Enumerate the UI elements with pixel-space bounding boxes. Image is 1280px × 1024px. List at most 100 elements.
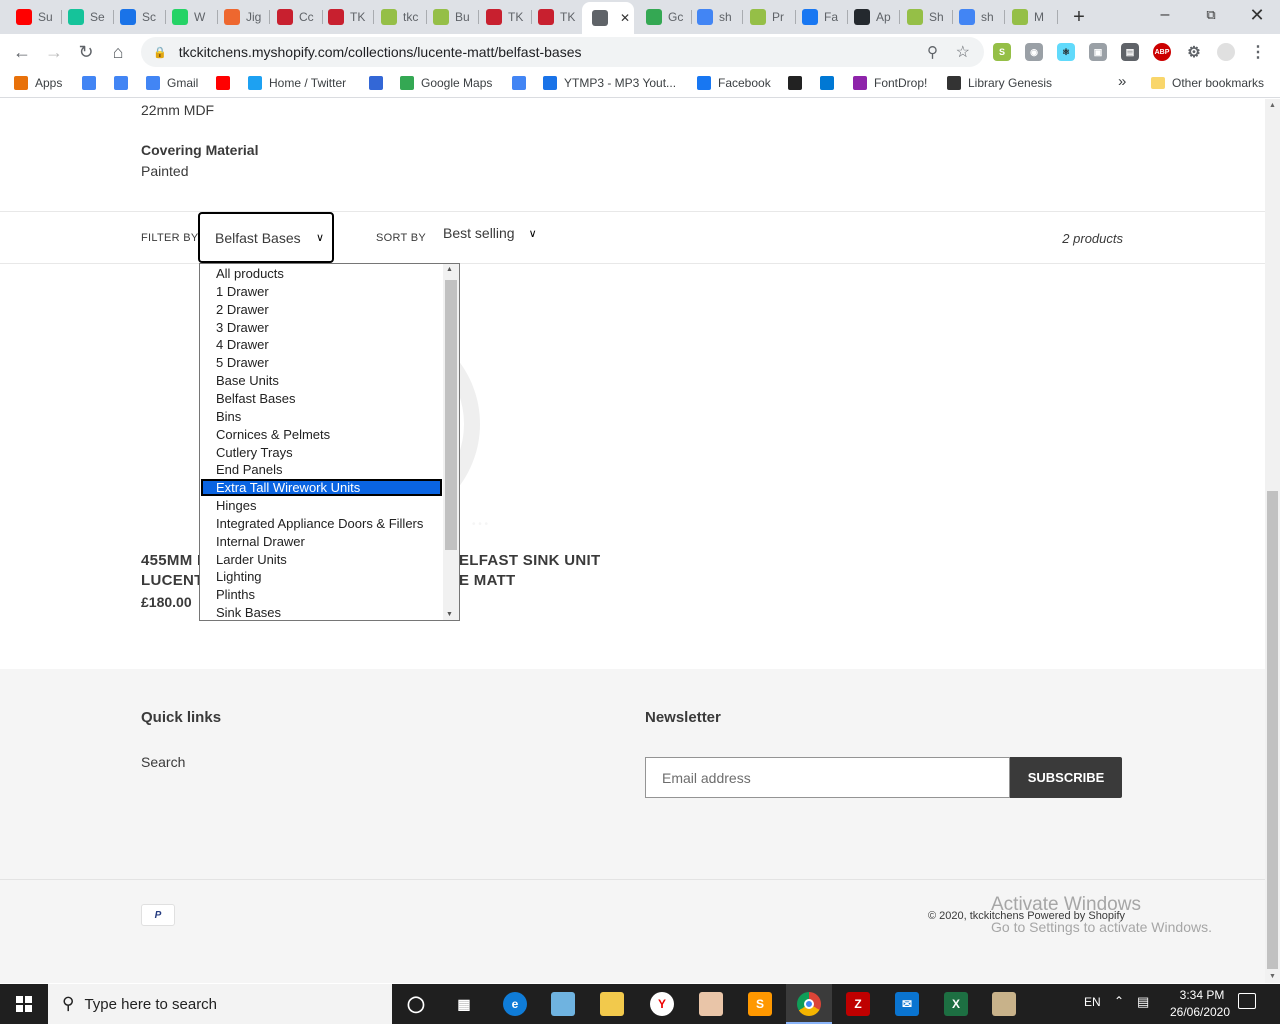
extensions-puzzle-icon[interactable]: ⚙ <box>1185 43 1203 61</box>
email-input[interactable]: Email address <box>645 757 1010 798</box>
page-scroll-thumb[interactable] <box>1267 491 1278 969</box>
bookmark-item[interactable]: Apps <box>14 76 62 90</box>
browser-tab[interactable]: TK <box>480 4 532 30</box>
filter-option[interactable]: All products <box>200 265 443 282</box>
bookmark-item[interactable] <box>114 76 135 90</box>
other-bookmarks[interactable]: Other bookmarks <box>1151 76 1264 90</box>
scroll-down-arrow-icon[interactable]: ▼ <box>446 611 453 618</box>
sublime-text-icon[interactable]: S <box>748 992 772 1016</box>
browser-tab[interactable]: Fa <box>796 4 848 30</box>
browser-tab[interactable]: Gc <box>640 4 692 30</box>
subscribe-button[interactable]: SUBSCRIBE <box>1010 757 1122 798</box>
forward-button[interactable]: → <box>40 38 68 66</box>
filter-option[interactable]: 4 Drawer <box>200 336 443 353</box>
bookmark-item[interactable] <box>82 76 103 90</box>
filter-option[interactable]: Lighting <box>200 568 443 585</box>
address-bar[interactable]: 🔒 tkckitchens.myshopify.com/collections/… <box>141 37 984 67</box>
menu-kebab-icon[interactable]: ⋮ <box>1249 43 1267 61</box>
browser-tab[interactable]: tkc <box>375 4 427 30</box>
search-icon[interactable]: ⚲ <box>927 43 938 61</box>
filter-option[interactable]: End Panels <box>200 461 443 478</box>
filter-dropdown-list[interactable]: All products 1 Drawer 2 Drawer 3 Drawer 4 Dr… <box>199 263 460 621</box>
back-button[interactable]: ← <box>8 38 36 66</box>
close-tab-icon[interactable]: ✕ <box>620 11 630 25</box>
task-view-icon[interactable]: ▦ <box>452 992 476 1016</box>
browser-tab[interactable]: Cc <box>271 4 323 30</box>
browser-tab[interactable]: M <box>1006 4 1058 30</box>
mail-icon[interactable]: ✉ <box>895 992 919 1016</box>
new-tab-button[interactable]: + <box>1066 4 1092 30</box>
filter-option[interactable]: Base Units <box>200 372 443 389</box>
browser-tab[interactable]: ✕ <box>582 2 634 34</box>
filter-option[interactable]: Hinges <box>200 497 443 514</box>
clock-date[interactable]: 26/06/2020 <box>1160 1005 1240 1019</box>
filter-option[interactable]: 5 Drawer <box>200 354 443 371</box>
restore-button[interactable]: ⧉ <box>1188 0 1234 30</box>
scroll-down-arrow-icon[interactable]: ▼ <box>1269 973 1276 980</box>
bookmark-item[interactable] <box>512 76 533 90</box>
bookmark-item[interactable]: YTMP3 - MP3 Yout... <box>543 76 676 90</box>
browser-tab[interactable]: sh <box>691 4 743 30</box>
screen-extension-icon[interactable]: ▣ <box>1089 43 1107 61</box>
home-button[interactable]: ⌂ <box>104 38 132 66</box>
browser-tab[interactable]: sh <box>953 4 1005 30</box>
browser-tab[interactable]: W <box>166 4 218 30</box>
camera-extension-icon[interactable]: ◉ <box>1025 43 1043 61</box>
yandex-browser-icon[interactable]: Y <box>650 992 674 1016</box>
browser-tab[interactable]: TK <box>322 4 374 30</box>
bookmark-item[interactable]: Library Genesis <box>947 76 1052 90</box>
file-explorer-icon[interactable] <box>600 992 624 1016</box>
filter-option[interactable]: Extra Tall Wirework Units <box>201 479 442 497</box>
bookmark-item[interactable]: FontDrop! <box>853 76 927 90</box>
browser-tab[interactable]: Pr <box>744 4 796 30</box>
filter-option[interactable]: Belfast Bases <box>200 390 443 407</box>
cast-extension-icon[interactable]: ▤ <box>1121 43 1139 61</box>
sort-select[interactable]: Best selling ∨ <box>443 225 537 241</box>
edge-icon[interactable]: e <box>503 992 527 1016</box>
bookmark-item[interactable]: Google Maps <box>400 76 492 90</box>
star-icon[interactable]: ☆ <box>956 42 970 62</box>
bookmark-item[interactable] <box>788 76 809 90</box>
more-bookmarks-button[interactable]: » <box>1118 73 1126 90</box>
filter-option[interactable]: 1 Drawer <box>200 283 443 300</box>
filter-option[interactable]: Cutlery Trays <box>200 444 443 461</box>
clock-time[interactable]: 3:34 PM <box>1170 988 1234 1002</box>
bookmark-item[interactable] <box>820 76 841 90</box>
filter-option[interactable]: Larder Units <box>200 551 443 568</box>
bookmark-item[interactable] <box>216 76 237 90</box>
profile-avatar-icon[interactable] <box>1217 43 1235 61</box>
filter-option[interactable]: Bins <box>200 408 443 425</box>
cortana-icon[interactable]: ◯ <box>404 992 428 1016</box>
product-title[interactable]: 455MM I LUCENT <box>141 551 204 591</box>
browser-tab[interactable]: Sc <box>114 4 166 30</box>
filter-option[interactable]: Sink Bases <box>200 604 443 621</box>
bookmark-item[interactable] <box>369 76 390 90</box>
filter-select[interactable]: Belfast Bases ∨ <box>198 212 334 263</box>
shopify-extension-icon[interactable]: S <box>993 43 1011 61</box>
excel-icon[interactable]: X <box>944 992 968 1016</box>
chrome-icon[interactable] <box>797 992 821 1016</box>
dropdown-scroll-thumb[interactable] <box>445 280 457 550</box>
adblock-icon[interactable]: ABP <box>1153 43 1171 61</box>
filezilla-icon[interactable]: Z <box>846 992 870 1016</box>
bookmark-item[interactable]: Facebook <box>697 76 771 90</box>
filter-option[interactable]: Cornices & Pelmets <box>200 426 443 443</box>
filter-option[interactable]: 3 Drawer <box>200 319 443 336</box>
browser-tab[interactable]: Bu <box>427 4 479 30</box>
filter-option[interactable]: Internal Drawer <box>200 533 443 550</box>
dropdown-scrollbar[interactable]: ▲ ▼ <box>443 264 459 620</box>
browser-tab[interactable]: Se <box>62 4 114 30</box>
chevron-up-icon[interactable]: ⌃ <box>1114 994 1124 1008</box>
paint-3d-icon[interactable] <box>992 992 1016 1016</box>
browser-tab[interactable]: Jig <box>218 4 270 30</box>
page-scrollbar[interactable]: ▲ ▼ <box>1265 99 1280 983</box>
filter-option[interactable]: Integrated Appliance Doors & Fillers <box>200 515 443 532</box>
notepad-icon[interactable] <box>551 992 575 1016</box>
notification-icon[interactable] <box>1238 993 1256 1009</box>
react-extension-icon[interactable]: ⚛ <box>1057 43 1075 61</box>
taskbar-search-box[interactable]: ⚲ Type here to search <box>48 984 392 1024</box>
filter-option[interactable]: Plinths <box>200 586 443 603</box>
scroll-up-arrow-icon[interactable]: ▲ <box>1269 102 1276 109</box>
browser-tab[interactable]: TK <box>532 4 584 30</box>
bookmark-item[interactable]: Home / Twitter <box>248 76 346 90</box>
